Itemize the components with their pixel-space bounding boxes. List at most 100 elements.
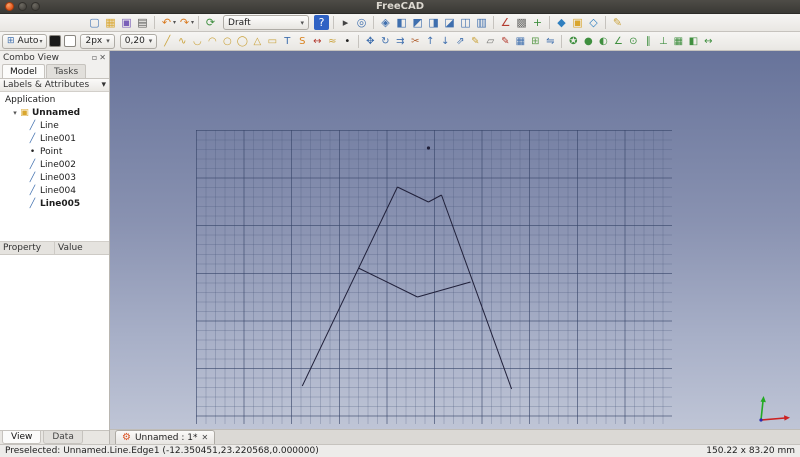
draft-line-icon[interactable]: ╱ — [160, 34, 174, 49]
drawing-edge-2[interactable] — [428, 194, 442, 203]
draft-text-icon[interactable]: T — [280, 34, 294, 49]
snap-grid-icon[interactable]: ▦ — [671, 34, 685, 49]
tree-item-line002[interactable]: ╱ Line002 — [0, 158, 109, 171]
toggle-axis-cross-icon[interactable]: + — [530, 15, 545, 30]
snap-parallel-icon[interactable]: ∥ — [641, 34, 655, 49]
edit-placement-icon[interactable]: ✎ — [610, 15, 625, 30]
undo-dropdown-icon[interactable]: ▾ — [173, 19, 176, 26]
draft-ellipse-icon[interactable]: ◯ — [235, 34, 249, 49]
tab-data[interactable]: Data — [43, 431, 83, 444]
snap-dimensions-icon[interactable]: ↔ — [701, 34, 715, 49]
working-plane-auto-button[interactable]: ⊞ Auto ▾ — [2, 33, 48, 49]
draft-point-icon[interactable]: • — [340, 34, 354, 49]
tree-item-line003[interactable]: ╱ Line003 — [0, 171, 109, 184]
tree-item-line004[interactable]: ╱ Line004 — [0, 184, 109, 197]
drawing-point[interactable] — [426, 146, 431, 150]
draft-offset-icon[interactable]: ⇉ — [393, 34, 407, 49]
draft-clone-icon[interactable]: ⊞ — [528, 34, 542, 49]
tree-item-unnamed[interactable]: ▾ ▣ Unnamed — [0, 106, 109, 119]
undo-icon[interactable]: ↶ — [159, 15, 174, 30]
view-bottom-icon[interactable]: ◫ — [458, 15, 473, 30]
redo-icon[interactable]: ↷ — [177, 15, 192, 30]
drawing-edge-5[interactable] — [417, 281, 471, 298]
tree-expand-icon[interactable]: ▾ — [11, 109, 19, 117]
line-color-swatch[interactable] — [49, 35, 62, 47]
draft-to-sketch-icon[interactable]: ✎ — [498, 34, 512, 49]
refresh-icon[interactable]: ⟳ — [203, 15, 218, 30]
open-document-icon[interactable]: ▦ — [103, 15, 118, 30]
maximize-button[interactable] — [31, 2, 40, 11]
draft-scale-icon[interactable]: ⇗ — [453, 34, 467, 49]
draft-shape2dview-icon[interactable]: ▱ — [483, 34, 497, 49]
draft-trimex-icon[interactable]: ✂ — [408, 34, 422, 49]
value-column-header[interactable]: Value — [55, 242, 109, 254]
draft-arc-icon[interactable]: ◠ — [205, 34, 219, 49]
draft-bspline-icon[interactable]: ≈ — [325, 34, 339, 49]
draft-upgrade-icon[interactable]: ↑ — [423, 34, 437, 49]
draft-circle-icon[interactable]: ○ — [220, 34, 234, 49]
tree-item-line[interactable]: ╱ Line — [0, 119, 109, 132]
draft-mirror-icon[interactable]: ⇋ — [543, 34, 557, 49]
snap-lock-icon[interactable]: ✪ — [566, 34, 580, 49]
toggle-texture-icon[interactable]: ▩ — [514, 15, 529, 30]
snap-perpendicular-icon[interactable]: ⊥ — [656, 34, 670, 49]
draft-downgrade-icon[interactable]: ↓ — [438, 34, 452, 49]
scale-selector[interactable]: 0,20 ▾ — [119, 33, 158, 49]
panel-close-icon[interactable]: ✕ — [99, 53, 106, 62]
measure-distance-icon[interactable]: ∠ — [498, 15, 513, 30]
draft-shapestring-icon[interactable]: S — [295, 34, 309, 49]
tab-tasks[interactable]: Tasks — [46, 64, 87, 78]
workbench-selector[interactable]: Draft ▾ — [223, 15, 310, 30]
view-rear-icon[interactable]: ◪ — [442, 15, 457, 30]
tab-close-icon[interactable]: ✕ — [201, 433, 208, 442]
tree-root-application[interactable]: Application — [0, 93, 109, 106]
view-axonometric-icon[interactable]: ◈ — [378, 15, 393, 30]
new-document-icon[interactable]: ▢ — [87, 15, 102, 30]
drawing-edge-3[interactable] — [441, 194, 513, 390]
draft-dimension-icon[interactable]: ↔ — [310, 34, 324, 49]
draft-fillet-icon[interactable]: ◡ — [190, 34, 204, 49]
tree-item-line005[interactable]: ╱ Line005 — [0, 197, 109, 210]
document-tab[interactable]: ⚙ Unnamed : 1* ✕ — [115, 430, 216, 444]
redo-dropdown-icon[interactable]: ▾ — [191, 19, 194, 26]
snap-midpoint-icon[interactable]: ◐ — [596, 34, 610, 49]
close-button[interactable] — [5, 2, 14, 11]
draft-edit-icon[interactable]: ✎ — [468, 34, 482, 49]
create-part-icon[interactable]: ◆ — [554, 15, 569, 30]
drawing-edge-1[interactable] — [397, 186, 429, 203]
draft-wire-icon[interactable]: ∿ — [175, 34, 189, 49]
snap-center-icon[interactable]: ⊙ — [626, 34, 640, 49]
create-body-icon[interactable]: ◇ — [586, 15, 601, 30]
drawing-edge-4[interactable] — [358, 267, 418, 298]
minimize-button[interactable] — [18, 2, 27, 11]
create-group-icon[interactable]: ▣ — [570, 15, 585, 30]
print-icon[interactable]: ▤ — [135, 15, 150, 30]
whats-this-icon[interactable]: ? — [314, 15, 330, 30]
save-document-icon[interactable]: ▣ — [119, 15, 134, 30]
draft-polygon-icon[interactable]: △ — [250, 34, 264, 49]
draft-array-icon[interactable]: ▦ — [513, 34, 527, 49]
tree-item-line001[interactable]: ╱ Line001 — [0, 132, 109, 145]
snap-workingplane-icon[interactable]: ◧ — [686, 34, 700, 49]
face-color-swatch[interactable] — [64, 35, 77, 47]
view-top-icon[interactable]: ◩ — [410, 15, 425, 30]
3d-viewport[interactable] — [110, 51, 800, 429]
fit-all-icon[interactable]: ◎ — [354, 15, 369, 30]
property-column-header[interactable]: Property — [0, 242, 55, 254]
drawing-edge-0[interactable] — [301, 186, 398, 387]
tree-item-point[interactable]: • Point — [0, 145, 109, 158]
draft-rectangle-icon[interactable]: ▭ — [265, 34, 279, 49]
line-width-selector[interactable]: 2px ▾ — [80, 33, 115, 49]
view-left-icon[interactable]: ▥ — [474, 15, 489, 30]
tab-model[interactable]: Model — [2, 64, 46, 78]
panel-float-icon[interactable]: ▫ — [92, 53, 97, 62]
select-element-icon[interactable]: ▸ — [338, 15, 353, 30]
tab-view[interactable]: View — [2, 431, 42, 444]
draft-rotate-icon[interactable]: ↻ — [378, 34, 392, 49]
tree-options-icon[interactable]: ▾ — [101, 80, 106, 90]
snap-endpoint-icon[interactable]: ● — [581, 34, 595, 49]
snap-angle-icon[interactable]: ∠ — [611, 34, 625, 49]
draft-move-icon[interactable]: ✥ — [363, 34, 377, 49]
view-right-icon[interactable]: ◨ — [426, 15, 441, 30]
view-front-icon[interactable]: ◧ — [394, 15, 409, 30]
